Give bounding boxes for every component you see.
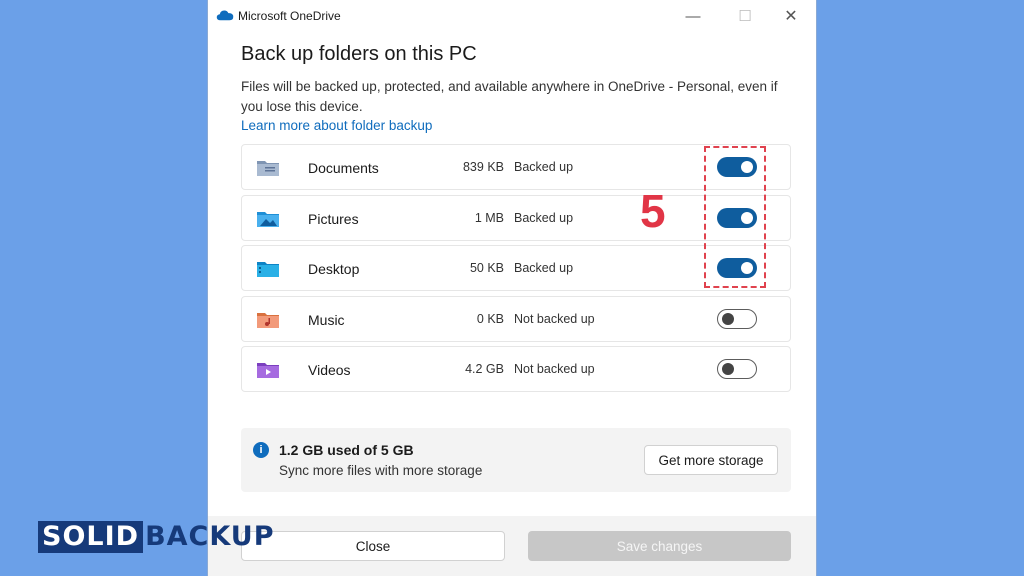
step-number-annotation: 5 bbox=[640, 185, 666, 237]
info-icon: i bbox=[253, 442, 269, 458]
folder-size: 50 KB bbox=[469, 261, 504, 275]
folder-name: Documents bbox=[308, 160, 379, 176]
storage-used-text: 1.2 GB used of 5 GB bbox=[279, 442, 414, 458]
folder-name: Pictures bbox=[308, 211, 359, 227]
documents-folder-icon bbox=[257, 161, 279, 176]
save-changes-button[interactable]: Save changes bbox=[528, 531, 791, 561]
folder-status: Not backed up bbox=[514, 362, 595, 376]
solidbackup-logo: SOLID BACKUP bbox=[38, 521, 275, 553]
folder-row-videos: Videos 4.2 GB Not backed up bbox=[241, 346, 791, 392]
minimize-button[interactable]: — bbox=[670, 0, 716, 32]
folder-size: 0 KB bbox=[476, 312, 504, 326]
folder-status: Backed up bbox=[514, 211, 574, 225]
music-backup-toggle[interactable] bbox=[717, 309, 757, 329]
folder-name: Desktop bbox=[308, 261, 360, 277]
toggle-knob bbox=[741, 262, 753, 274]
folder-size: 4.2 GB bbox=[465, 362, 504, 376]
videos-backup-toggle[interactable] bbox=[717, 359, 757, 379]
folder-name: Music bbox=[308, 312, 345, 328]
folder-row-music: Music 0 KB Not backed up bbox=[241, 296, 791, 342]
page-title: Back up folders on this PC bbox=[241, 43, 477, 65]
folder-size: 1 MB bbox=[474, 211, 504, 225]
pictures-folder-icon bbox=[257, 212, 279, 227]
desktop-backup-toggle[interactable] bbox=[717, 258, 757, 278]
folder-row-documents: Documents 839 KB Backed up bbox=[241, 144, 791, 190]
dialog-footer: Close Save changes bbox=[208, 516, 816, 576]
documents-backup-toggle[interactable] bbox=[717, 157, 757, 177]
desktop-folder-icon bbox=[257, 262, 279, 277]
toggle-knob bbox=[722, 312, 734, 325]
window-title: Microsoft OneDrive bbox=[238, 9, 341, 23]
videos-folder-icon bbox=[257, 363, 279, 378]
pictures-backup-toggle[interactable] bbox=[717, 208, 757, 228]
onedrive-window: Microsoft OneDrive — ☐ ✕ Back up folders… bbox=[208, 0, 816, 576]
storage-subtext: Sync more files with more storage bbox=[279, 463, 483, 478]
folder-row-desktop: Desktop 50 KB Backed up bbox=[241, 245, 791, 291]
folder-status: Not backed up bbox=[514, 312, 595, 326]
onedrive-cloud-icon bbox=[216, 10, 234, 21]
close-button[interactable]: Close bbox=[241, 531, 505, 561]
title-bar: Microsoft OneDrive — ☐ ✕ bbox=[208, 0, 816, 32]
folder-status: Backed up bbox=[514, 261, 574, 275]
storage-panel: i 1.2 GB used of 5 GB Sync more files wi… bbox=[241, 428, 791, 492]
logo-part-backup: BACKUP bbox=[145, 521, 275, 552]
folder-status: Backed up bbox=[514, 160, 574, 174]
toggle-knob bbox=[722, 362, 734, 375]
folder-row-pictures: Pictures 1 MB Backed up bbox=[241, 195, 791, 241]
description-text: Files will be backed up, protected, and … bbox=[241, 79, 778, 114]
music-folder-icon bbox=[257, 313, 279, 328]
close-window-button[interactable]: ✕ bbox=[768, 0, 814, 32]
learn-more-link[interactable]: Learn more about folder backup bbox=[241, 118, 432, 133]
toggle-knob bbox=[741, 161, 753, 173]
folder-name: Videos bbox=[308, 362, 351, 378]
logo-part-solid: SOLID bbox=[38, 521, 144, 553]
get-more-storage-button[interactable]: Get more storage bbox=[644, 445, 778, 475]
folder-size: 839 KB bbox=[462, 160, 504, 174]
toggle-knob bbox=[741, 212, 753, 224]
maximize-button[interactable]: ☐ bbox=[722, 0, 768, 32]
